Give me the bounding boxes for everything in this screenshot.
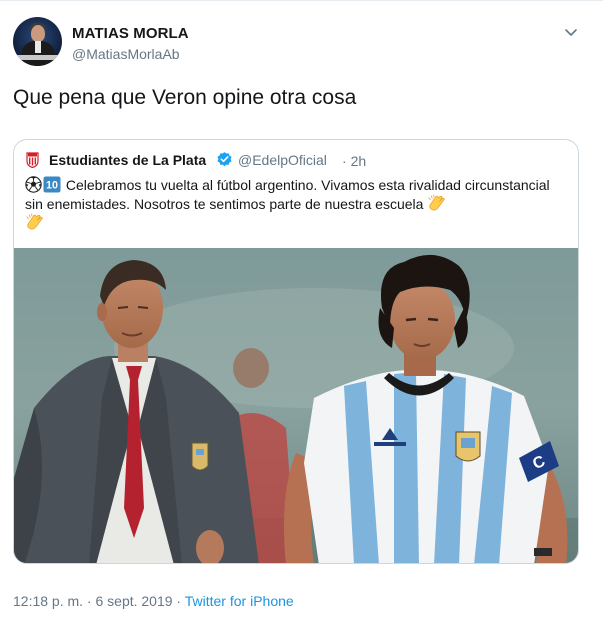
author-handle[interactable]: @MatiasMorlaAb [72, 46, 180, 62]
avatar-banner [13, 55, 62, 60]
avatar-head [31, 25, 45, 42]
avatar-shirt [35, 41, 41, 53]
quoted-text: 10 Celebramos tu vuelta al fútbol argent… [25, 176, 570, 232]
svg-text:10: 10 [46, 180, 58, 192]
clapping-hands-icon [428, 194, 446, 211]
quoted-tweet-card[interactable]: Estudiantes de La Plata @EdelpOficial · … [13, 139, 579, 564]
verified-badge-icon [217, 152, 232, 167]
soccer-ball-icon [25, 176, 42, 193]
club-crest-icon[interactable] [26, 152, 39, 168]
quoted-author-handle[interactable]: @EdelpOficial [238, 152, 327, 168]
quoted-time-value: 2h [350, 153, 367, 169]
tweet-time[interactable]: 12:18 p. m. · 6 sept. 2019 · [13, 593, 185, 609]
tweet-timestamp[interactable]: 12:18 p. m. · 6 sept. 2019 · Twitter for… [13, 593, 294, 609]
author-avatar[interactable] [13, 17, 62, 66]
quoted-text-body: Celebramos tu vuelta al fútbol argentino… [25, 177, 550, 212]
quoted-author-name[interactable]: Estudiantes de La Plata [49, 152, 206, 168]
top-divider [0, 0, 603, 1]
quoted-separator: · [342, 153, 347, 169]
clapping-hands-icon [26, 213, 43, 230]
tweet-text: Que pena que Veron opine otra cosa [13, 86, 357, 109]
quoted-photo[interactable]: C [14, 248, 579, 564]
keycap-10-icon: 10 [43, 176, 61, 193]
chevron-down-icon[interactable] [563, 24, 579, 40]
tweet-source-link[interactable]: Twitter for iPhone [185, 593, 294, 609]
author-name[interactable]: MATIAS MORLA [72, 25, 189, 42]
quoted-time[interactable]: · 2h [342, 153, 366, 169]
